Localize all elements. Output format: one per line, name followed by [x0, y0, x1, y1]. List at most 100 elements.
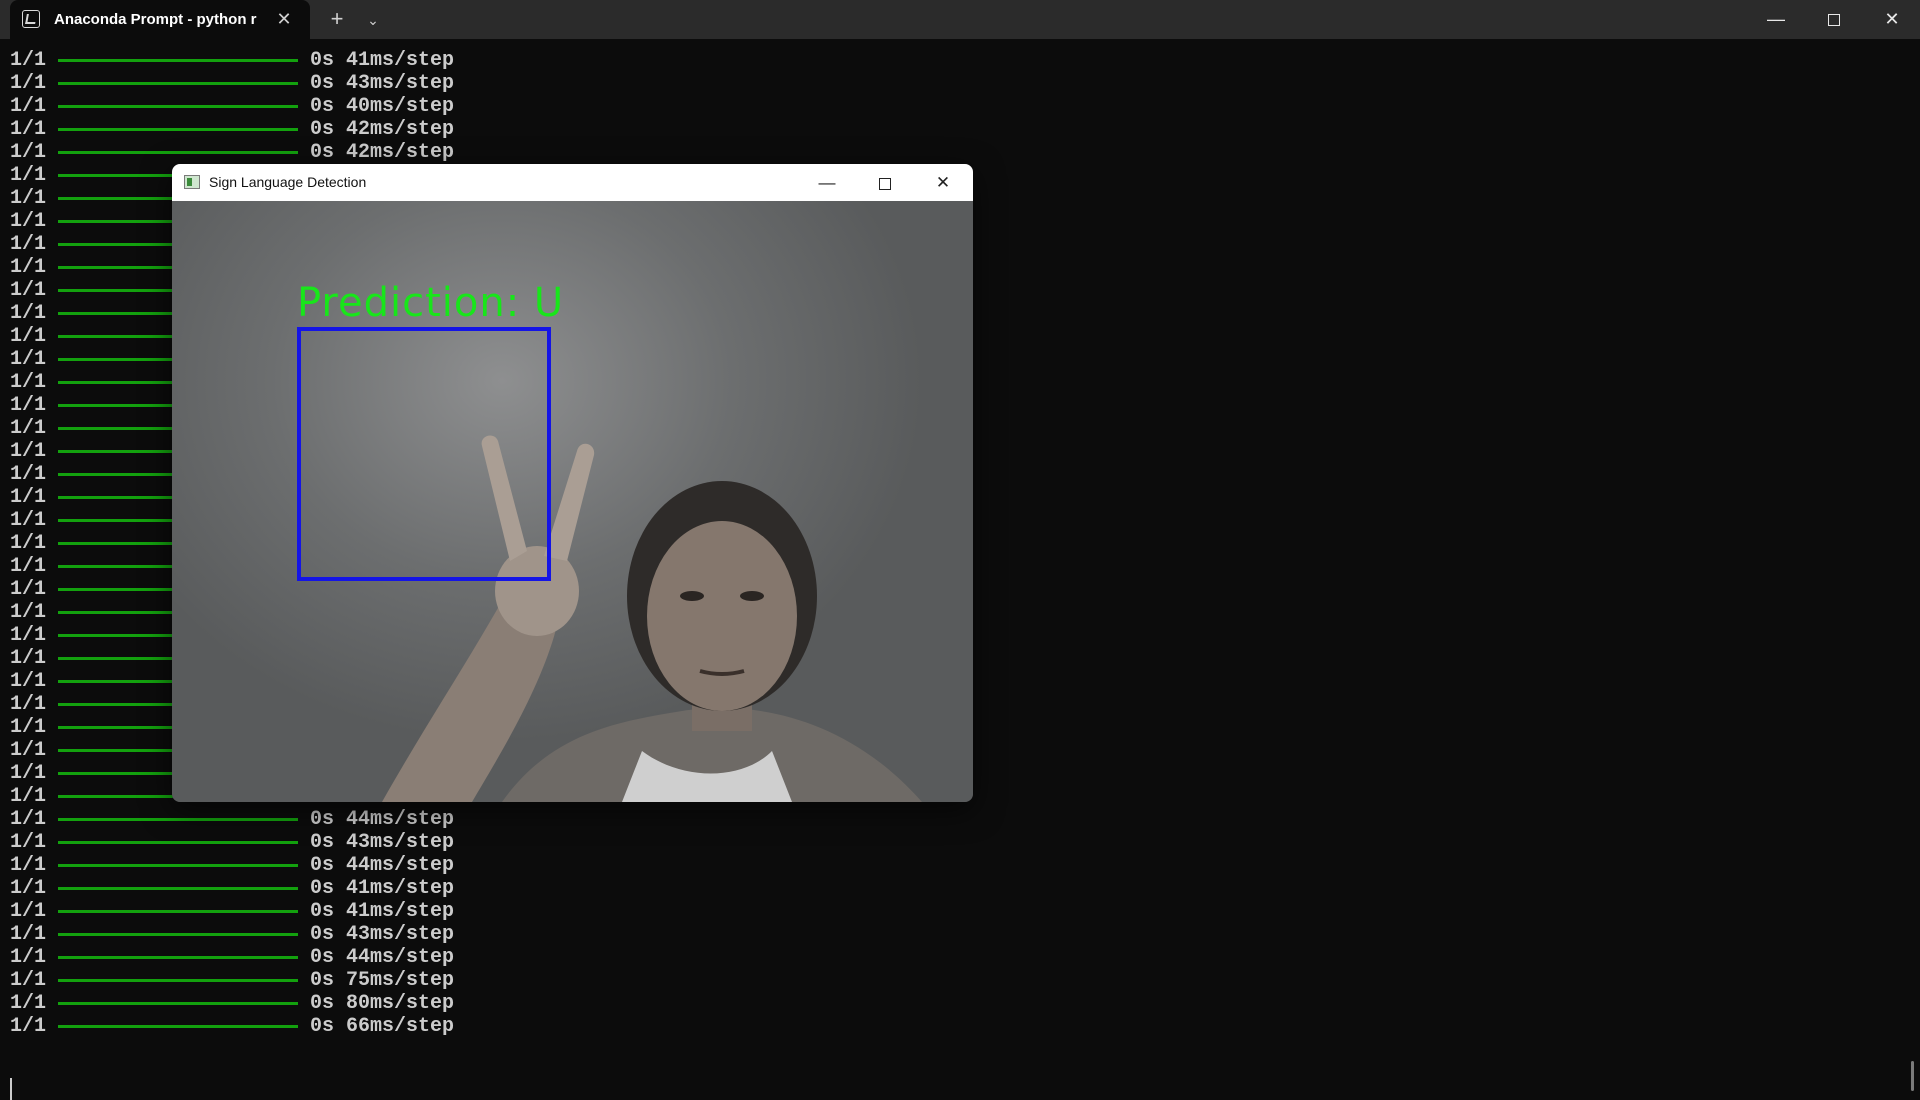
step-fraction: 1/1 [10, 233, 47, 256]
progress-bar [58, 59, 298, 62]
window-close-button[interactable]: ✕ [1864, 0, 1920, 39]
step-fraction: 1/1 [10, 463, 47, 486]
step-fraction: 1/1 [10, 969, 47, 992]
opencv-window-icon [184, 175, 200, 189]
progress-bar [58, 1002, 298, 1005]
step-fraction: 1/1 [10, 371, 47, 394]
step-time: 0s 40ms/step [310, 95, 455, 118]
step-time: 0s 41ms/step [310, 900, 455, 923]
tab-title: Anaconda Prompt - python r [54, 11, 257, 28]
window-minimize-button[interactable]: — [1748, 0, 1804, 39]
step-fraction: 1/1 [10, 1015, 47, 1038]
step-fraction: 1/1 [10, 256, 47, 279]
step-time: 0s 66ms/step [310, 1015, 455, 1038]
progress-bar [58, 151, 298, 154]
step-time: 0s 43ms/step [310, 831, 455, 854]
step-time: 0s 43ms/step [310, 72, 455, 95]
progress-bar [58, 818, 298, 821]
progress-bar [58, 956, 298, 959]
progress-bar [58, 864, 298, 867]
roi-bounding-box [297, 327, 551, 581]
step-fraction: 1/1 [10, 187, 47, 210]
step-fraction: 1/1 [10, 808, 47, 831]
step-time: 0s 43ms/step [310, 923, 455, 946]
progress-bar [58, 979, 298, 982]
step-fraction: 1/1 [10, 440, 47, 463]
cv-window-title: Sign Language Detection [209, 174, 367, 190]
step-fraction: 1/1 [10, 118, 47, 141]
step-time: 0s 44ms/step [310, 808, 455, 831]
step-fraction: 1/1 [10, 49, 47, 72]
minimize-icon: — [818, 173, 836, 192]
step-fraction: 1/1 [10, 417, 47, 440]
terminal-tab[interactable]: Anaconda Prompt - python r ✕ [10, 0, 310, 39]
cv-maximize-button[interactable] [856, 164, 914, 201]
step-fraction: 1/1 [10, 762, 47, 785]
progress-bar [58, 105, 298, 108]
step-fraction: 1/1 [10, 923, 47, 946]
text-cursor [10, 1078, 12, 1100]
terminal-titlebar: Anaconda Prompt - python r ✕ + ⌄ — ✕ [0, 0, 1920, 39]
step-time: 0s 41ms/step [310, 49, 455, 72]
sign-detection-window[interactable]: Sign Language Detection — ✕ Prediction: … [172, 164, 973, 802]
tab-close-icon[interactable]: ✕ [274, 9, 294, 29]
step-fraction: 1/1 [10, 279, 47, 302]
progress-bar [58, 128, 298, 131]
step-fraction: 1/1 [10, 831, 47, 854]
terminal-icon [22, 10, 40, 28]
step-fraction: 1/1 [10, 624, 47, 647]
cv-minimize-button[interactable]: — [798, 164, 856, 201]
chevron-down-icon: ⌄ [367, 12, 379, 28]
step-fraction: 1/1 [10, 394, 47, 417]
step-fraction: 1/1 [10, 486, 47, 509]
step-fraction: 1/1 [10, 601, 47, 624]
progress-bar [58, 1025, 298, 1028]
step-time: 0s 44ms/step [310, 946, 455, 969]
progress-bar [58, 841, 298, 844]
step-fraction: 1/1 [10, 532, 47, 555]
close-icon: ✕ [1884, 9, 1900, 29]
step-fraction: 1/1 [10, 141, 47, 164]
step-time: 0s 42ms/step [310, 118, 455, 141]
progress-bar [58, 910, 298, 913]
step-time: 0s 75ms/step [310, 969, 455, 992]
step-fraction: 1/1 [10, 95, 47, 118]
step-fraction: 1/1 [10, 578, 47, 601]
window-restore-button[interactable] [1806, 0, 1862, 39]
step-fraction: 1/1 [10, 210, 47, 233]
plus-icon: + [330, 6, 344, 31]
new-tab-button[interactable]: + [324, 7, 350, 33]
tab-dropdown-button[interactable]: ⌄ [360, 7, 386, 33]
minimize-icon: — [1767, 9, 1785, 29]
step-fraction: 1/1 [10, 164, 47, 187]
step-fraction: 1/1 [10, 670, 47, 693]
step-time: 0s 41ms/step [310, 877, 455, 900]
step-fraction: 1/1 [10, 72, 47, 95]
progress-bar [58, 82, 298, 85]
step-fraction: 1/1 [10, 785, 47, 808]
step-fraction: 1/1 [10, 555, 47, 578]
step-time: 0s 80ms/step [310, 992, 455, 1015]
step-fraction: 1/1 [10, 900, 47, 923]
maximize-icon [879, 177, 891, 190]
step-fraction: 1/1 [10, 739, 47, 762]
step-fraction: 1/1 [10, 647, 47, 670]
step-fraction: 1/1 [10, 348, 47, 371]
step-fraction: 1/1 [10, 325, 47, 348]
step-fraction: 1/1 [10, 946, 47, 969]
cv-close-button[interactable]: ✕ [914, 164, 972, 201]
step-time: 0s 44ms/step [310, 854, 455, 877]
restore-icon [1828, 14, 1840, 27]
step-time: 0s 42ms/step [310, 141, 455, 164]
step-fraction: 1/1 [10, 693, 47, 716]
prediction-label: Prediction: U [297, 280, 565, 326]
cv-window-titlebar[interactable]: Sign Language Detection — ✕ [172, 164, 973, 201]
terminal-scrollbar[interactable] [1911, 1061, 1914, 1091]
step-fraction: 1/1 [10, 992, 47, 1015]
step-fraction: 1/1 [10, 854, 47, 877]
progress-bar [58, 933, 298, 936]
webcam-frame: Prediction: U [172, 201, 973, 802]
progress-bar [58, 887, 298, 890]
step-fraction: 1/1 [10, 509, 47, 532]
close-icon: ✕ [935, 173, 951, 192]
